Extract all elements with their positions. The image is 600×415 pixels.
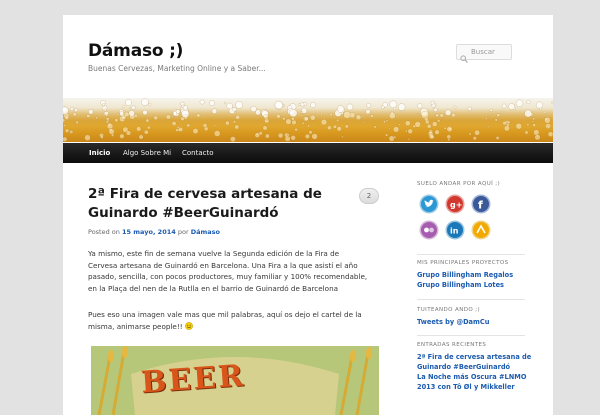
post-date-link[interactable]: 15 mayo, 2014 [122, 228, 176, 236]
project-link[interactable]: Grupo Billingham Lotes [417, 280, 504, 290]
comment-count-bubble[interactable]: 2 [359, 188, 379, 204]
post-title[interactable]: 2ª Fira de cervesa artesana de Guinardo … [88, 185, 343, 223]
site-description: Buenas Cervezas, Marketing Online y a Sa… [88, 64, 266, 73]
page: Dámaso ;) Buenas Cervezas, Marketing Onl… [63, 15, 553, 415]
twitter-icon[interactable] [419, 194, 439, 214]
recent-post-link[interactable]: 2ª Fira de cervesa artesana de Guinardo … [417, 352, 532, 372]
svg-text:g+: g+ [450, 201, 462, 210]
project-link[interactable]: Grupo Billingham Regalos [417, 270, 513, 280]
tweets-link[interactable]: Tweets by @DamCu [417, 317, 489, 327]
sidebar-divider [417, 299, 525, 300]
projects-heading: MIS PRINCIPALES PROYECTOS [417, 260, 509, 266]
tweets-heading: TUITEANDO ANDO ;) [417, 307, 481, 313]
beer-fair-poster-image[interactable]: BEER [91, 346, 379, 415]
recent-posts-heading: ENTRADAS RECIENTES [417, 342, 487, 348]
sidebar: SUELO ANDAR POR AQUÍ ;) g+ f in MIS PRIN… [417, 15, 547, 415]
social-heading: SUELO ANDAR POR AQUÍ ;) [417, 181, 501, 187]
linkedin-icon[interactable]: in [445, 220, 465, 240]
meta-by: por [177, 228, 189, 236]
svg-text:f: f [478, 199, 483, 212]
post-paragraph: Ya mismo, este fin de semana vuelve la S… [88, 249, 368, 293]
post-paragraph-text: Pues eso una imagen vale mas que mil pal… [88, 310, 362, 331]
nav-item-algo-sobre-mi[interactable]: Algo Sobre Mi [113, 143, 181, 163]
post-paragraph: Pues eso una imagen vale mas que mil pal… [88, 309, 368, 332]
nav-item-contacto[interactable]: Contacto [172, 143, 224, 163]
poster-text: BEER [139, 358, 247, 401]
google-plus-icon[interactable]: g+ [445, 194, 465, 214]
post-meta: Posted on 15 mayo, 2014 por Dámaso [88, 228, 220, 236]
sidebar-divider [417, 335, 525, 336]
post-author-link[interactable]: Dámaso [191, 228, 220, 236]
rss-icon[interactable] [471, 220, 491, 240]
flickr-icon[interactable] [419, 220, 439, 240]
sidebar-divider [417, 254, 525, 255]
smiley-icon [185, 321, 193, 330]
site-title[interactable]: Dámaso ;) [88, 41, 183, 61]
meta-prefix: Posted on [88, 228, 120, 236]
recent-post-link[interactable]: La Noche más Oscura #LNMO 2013 con Tô Øl… [417, 372, 532, 392]
svg-text:in: in [450, 227, 459, 236]
facebook-icon[interactable]: f [471, 194, 491, 214]
